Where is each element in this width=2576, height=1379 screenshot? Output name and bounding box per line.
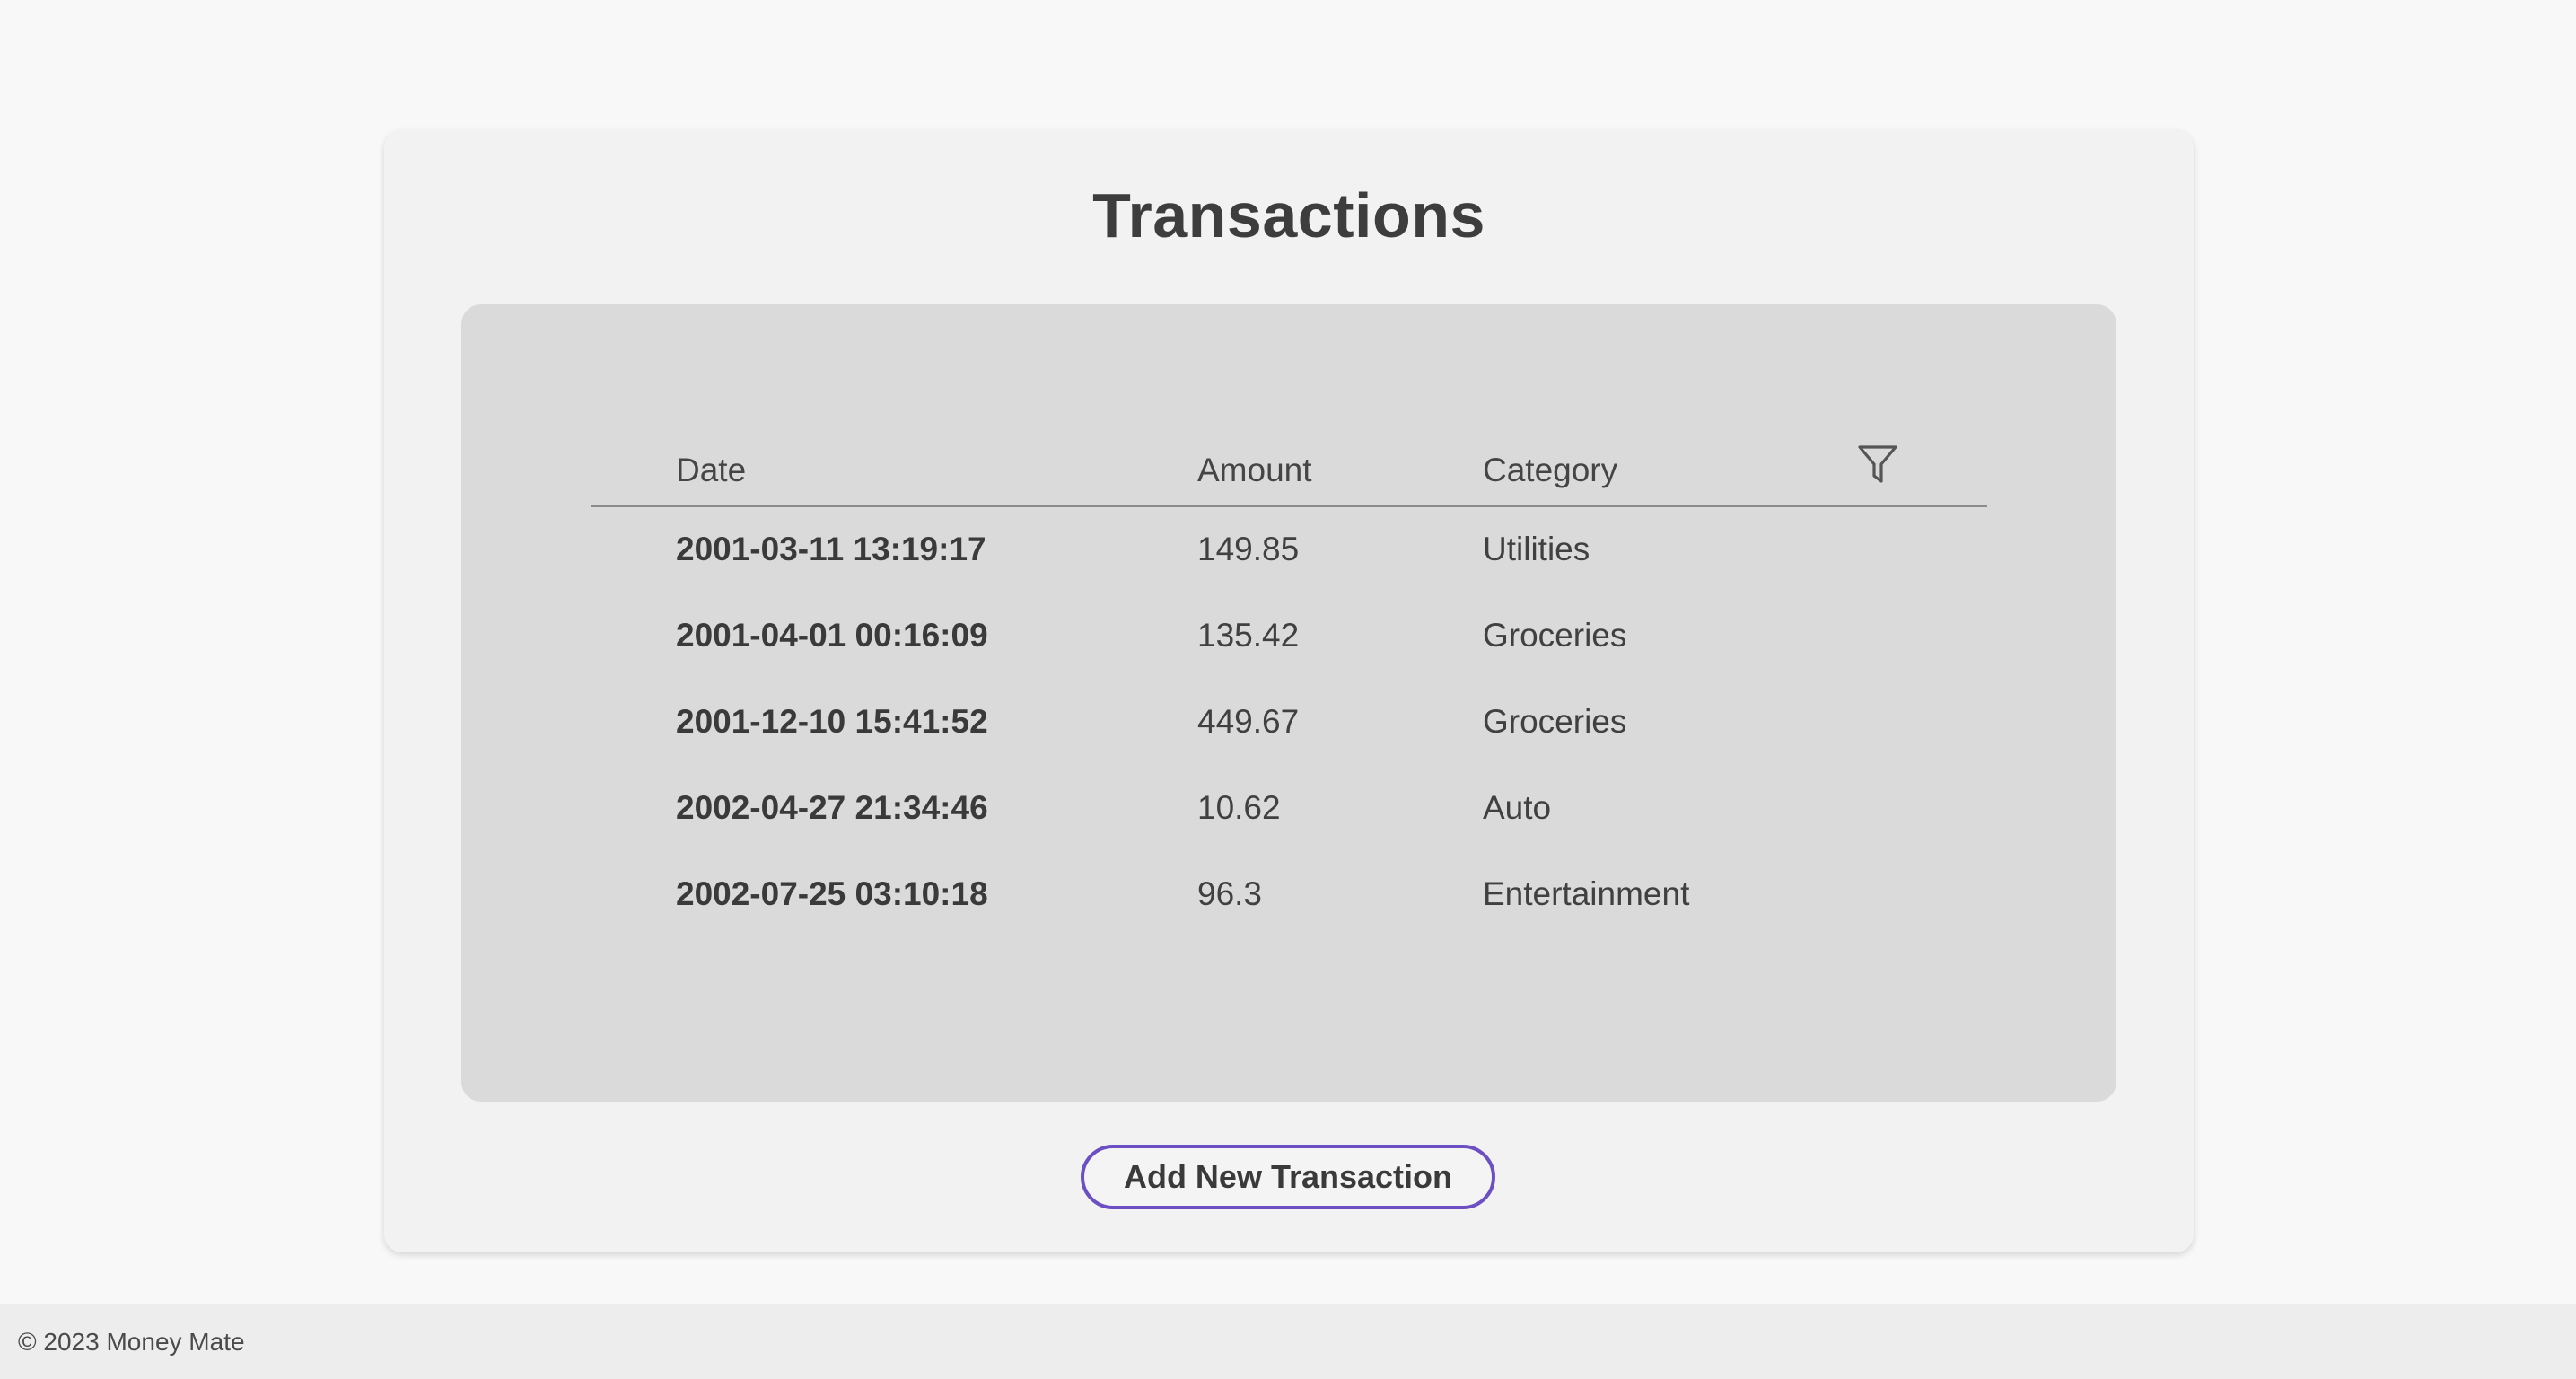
- cell-amount: 10.62: [1197, 789, 1281, 826]
- cell-amount: 135.42: [1197, 617, 1300, 654]
- transactions-table: Date Amount Category 2001-03-11 13:19:17…: [591, 439, 1987, 938]
- table-row[interactable]: 2002-04-27 21:34:46 10.62 Auto: [591, 766, 1987, 852]
- header-category[interactable]: Category: [1483, 452, 1617, 489]
- table-row[interactable]: 2001-12-10 15:41:52 449.67 Groceries: [591, 680, 1987, 766]
- footer: © 2023 Money Mate: [0, 1304, 2576, 1379]
- table-body: 2001-03-11 13:19:17 149.85 Utilities 200…: [591, 507, 1987, 938]
- cell-category: Entertainment: [1483, 875, 1690, 912]
- table-header: Date Amount Category: [591, 439, 1987, 507]
- cell-date: 2001-03-11 13:19:17: [676, 531, 986, 567]
- filter-funnel-icon: [1858, 445, 1897, 483]
- cell-amount: 149.85: [1197, 531, 1300, 567]
- cell-category: Auto: [1483, 789, 1552, 826]
- cell-date: 2001-12-10 15:41:52: [676, 703, 988, 740]
- filter-button[interactable]: [1856, 444, 1899, 487]
- cell-date: 2001-04-01 00:16:09: [676, 617, 988, 654]
- header-amount[interactable]: Amount: [1197, 452, 1312, 489]
- cell-amount: 449.67: [1197, 703, 1300, 740]
- cell-category: Groceries: [1483, 703, 1627, 740]
- table-panel: Date Amount Category 2001-03-11 13:19:17…: [461, 304, 2116, 1102]
- add-transaction-button[interactable]: Add New Transaction: [1081, 1145, 1495, 1209]
- footer-copyright: © 2023 Money Mate: [18, 1328, 245, 1356]
- table-row[interactable]: 2002-07-25 03:10:18 96.3 Entertainment: [591, 852, 1987, 938]
- cell-date: 2002-07-25 03:10:18: [676, 875, 988, 912]
- header-date[interactable]: Date: [676, 452, 746, 489]
- table-row[interactable]: 2001-03-11 13:19:17 149.85 Utilities: [591, 507, 1987, 593]
- cell-category: Groceries: [1483, 617, 1627, 654]
- cell-date: 2002-04-27 21:34:46: [676, 789, 988, 826]
- transactions-card: Transactions Date Amount Category 2001-0…: [384, 130, 2194, 1252]
- page-title: Transactions: [1092, 180, 1485, 250]
- cell-category: Utilities: [1483, 531, 1590, 567]
- table-row[interactable]: 2001-04-01 00:16:09 135.42 Groceries: [591, 593, 1987, 680]
- cell-amount: 96.3: [1197, 875, 1263, 912]
